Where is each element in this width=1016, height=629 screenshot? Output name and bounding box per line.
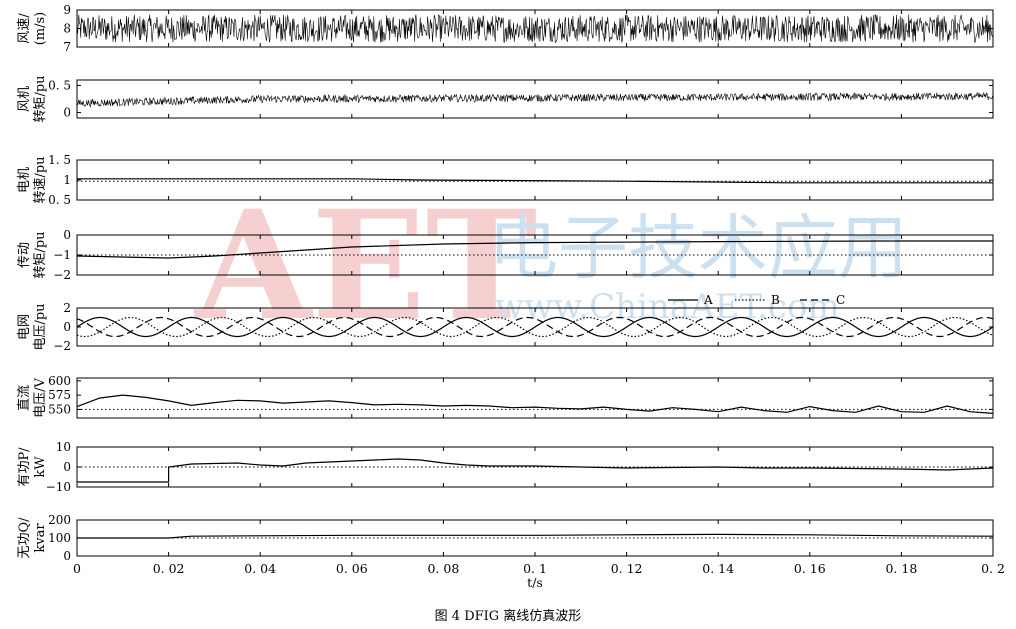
y-tick-label: 10 bbox=[56, 440, 71, 454]
y-axis-label: 风速/(m/s) bbox=[17, 12, 48, 46]
y-tick-label: 9 bbox=[63, 3, 71, 17]
y-axis-label-line2: 电压/pu bbox=[33, 303, 48, 350]
series-line bbox=[76, 91, 994, 108]
y-tick-label: 550 bbox=[48, 402, 71, 416]
x-tick-label: 0. 02 bbox=[153, 561, 185, 576]
y-axis-label: 传动转矩/pu bbox=[17, 231, 48, 278]
y-axis-label: 电机转速/pu bbox=[17, 156, 48, 203]
series-line bbox=[76, 394, 994, 414]
figure-caption: 图 4 DFIG 离线仿真波形 bbox=[435, 608, 582, 624]
y-tick-label: 8 bbox=[63, 22, 71, 36]
watermark-brand: 电子技术应用 bbox=[488, 207, 908, 289]
y-axis-label-line1: 无功Q/ bbox=[17, 517, 32, 559]
y-axis-label: 直流电压/V bbox=[17, 378, 48, 418]
y-tick-label: 0. 5 bbox=[48, 193, 71, 207]
y-axis-label-line2: (m/s) bbox=[33, 12, 48, 46]
y-tick-label: 0 bbox=[63, 106, 71, 120]
x-tick-label: 0. 08 bbox=[427, 561, 459, 576]
y-tick-label: 0 bbox=[63, 228, 71, 242]
panel-1: 7 8 9 风速/(m/s) bbox=[17, 3, 994, 54]
y-axis-label-line1: 有功P/ bbox=[17, 447, 32, 487]
y-axis-label: 有功P/kW bbox=[17, 447, 48, 487]
y-axis-label-line1: 直流 bbox=[17, 385, 32, 411]
x-axis-label: t/s bbox=[527, 575, 543, 590]
y-tick-label: 2 bbox=[63, 301, 71, 315]
y-tick-label: −1 bbox=[53, 248, 71, 262]
y-axis-label-line1: 风机 bbox=[17, 86, 32, 112]
y-tick-label: 7 bbox=[63, 40, 71, 54]
x-tick-label: 0. 06 bbox=[336, 561, 368, 576]
y-axis-label-line1: 电机 bbox=[17, 167, 32, 193]
y-tick-label: 0. 5 bbox=[48, 78, 71, 92]
panel-6: 550575600直流电压/V bbox=[17, 374, 994, 419]
y-axis-label: 风机转矩/pu bbox=[17, 75, 48, 122]
y-axis-label: 电网电压/pu bbox=[17, 303, 48, 350]
x-tick-label: 0. 1 bbox=[523, 561, 547, 576]
x-tick-label: 0. 18 bbox=[885, 561, 917, 576]
y-tick-label: 100 bbox=[48, 531, 71, 545]
x-tick-label: 0. 04 bbox=[244, 561, 276, 576]
y-axis-label-line2: 转矩/pu bbox=[33, 75, 48, 122]
y-tick-label: 575 bbox=[48, 388, 71, 402]
series-line bbox=[76, 13, 994, 43]
legend-label: B bbox=[771, 293, 780, 307]
plot-frame bbox=[76, 79, 994, 119]
y-tick-label: −2 bbox=[53, 268, 71, 282]
panel-2: 00. 5风机转矩/pu bbox=[17, 75, 994, 123]
y-tick-label: 1 bbox=[63, 173, 71, 187]
x-tick-label: 0. 2 bbox=[981, 561, 1005, 576]
x-tick-label: 0. 14 bbox=[702, 561, 734, 576]
y-axis-label-line1: 传动 bbox=[17, 242, 32, 268]
y-tick-label: 200 bbox=[48, 513, 71, 527]
y-tick-label: 0 bbox=[63, 460, 71, 474]
y-axis-label-line1: 电网 bbox=[17, 314, 32, 340]
panel-7: −10 0 10 有功P/kW bbox=[17, 440, 994, 494]
x-tick-label: 0 bbox=[73, 561, 81, 576]
legend-label: C bbox=[836, 293, 845, 307]
y-tick-label: 1. 5 bbox=[48, 153, 71, 167]
y-axis-label: 无功Q/kvar bbox=[17, 517, 48, 559]
y-axis-label-line2: kvar bbox=[33, 523, 48, 553]
series-line bbox=[77, 458, 994, 483]
y-axis-label-line2: kW bbox=[33, 456, 48, 478]
y-axis-label-line2: 电压/V bbox=[33, 378, 48, 418]
y-tick-label: −10 bbox=[46, 480, 71, 494]
watermark-big: AET bbox=[193, 178, 537, 354]
y-axis-label-line2: 转速/pu bbox=[33, 156, 48, 203]
y-tick-label: 0 bbox=[63, 320, 71, 334]
y-axis-label-line1: 风速/ bbox=[17, 13, 32, 44]
x-tick-label: 0. 16 bbox=[794, 561, 826, 576]
y-tick-label: 0 bbox=[63, 549, 71, 563]
panel-8: 0100200无功Q/kvar0 0. 02 0. 04 0. 06 0. 08 0. 1… bbox=[17, 513, 1005, 590]
y-tick-label: 600 bbox=[48, 374, 71, 388]
legend-label: A bbox=[703, 293, 713, 307]
y-axis-label-line2: 转矩/pu bbox=[33, 231, 48, 278]
x-tick-label: 0. 12 bbox=[611, 561, 643, 576]
series-line bbox=[77, 533, 994, 539]
dfig-simulation-figure: AET 电子技术应用 www.ChinaAET.com 789风速/(m/s)0… bbox=[17, 3, 1005, 624]
y-tick-label: −2 bbox=[53, 339, 71, 353]
